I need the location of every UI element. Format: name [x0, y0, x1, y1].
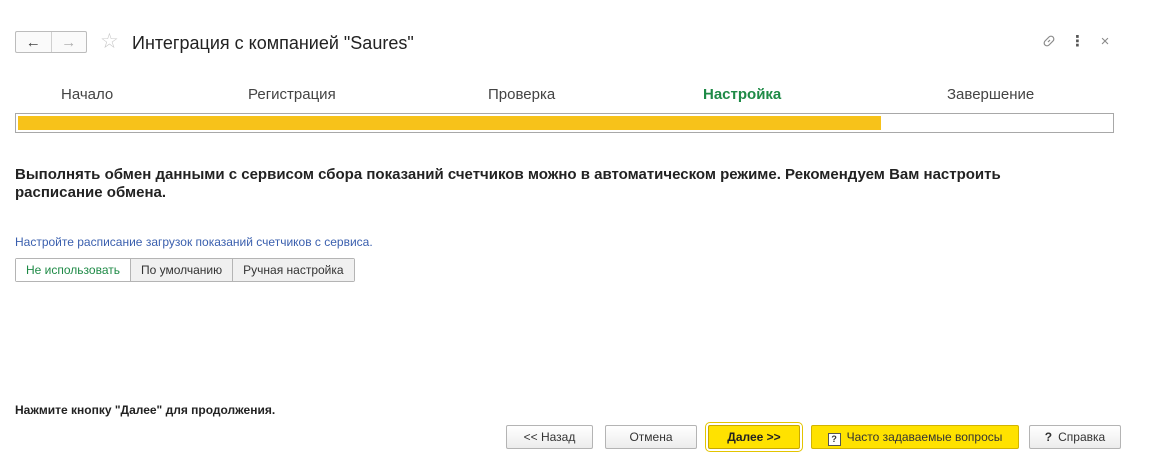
back-arrow-icon[interactable]: ←: [16, 32, 52, 52]
page-title: Интеграция с компанией "Saures": [132, 33, 414, 53]
description-text: Выполнять обмен данными с сервисом сбора…: [15, 166, 1001, 201]
step-start: Начало: [61, 86, 114, 103]
progress-fill: [18, 116, 881, 130]
back-button[interactable]: << Назад: [506, 425, 593, 449]
link-icon[interactable]: [1040, 33, 1058, 51]
question-mark-icon: ?: [1044, 430, 1053, 444]
option-default[interactable]: По умолчанию: [130, 259, 234, 281]
next-button[interactable]: Далее >>: [705, 422, 803, 452]
step-finish: Завершение: [947, 86, 1035, 103]
close-icon[interactable]: ×: [1098, 33, 1112, 51]
faq-button[interactable]: ? Часто задаваемые вопросы: [811, 425, 1019, 449]
progress-bar: [15, 113, 1114, 133]
option-do-not-use[interactable]: Не использовать: [16, 259, 131, 281]
cancel-button[interactable]: Отмена: [605, 425, 697, 449]
forward-arrow-icon[interactable]: →: [52, 32, 87, 52]
faq-button-label: Часто задаваемые вопросы: [846, 430, 1003, 444]
history-nav: ← →: [15, 31, 87, 53]
footer-hint: Нажмите кнопку "Далее" для продолжения.: [15, 403, 276, 417]
help-button-label: Справка: [1058, 430, 1106, 444]
step-registration: Регистрация: [248, 86, 336, 103]
schedule-hint: Настройте расписание загрузок показаний …: [15, 235, 373, 249]
help-button[interactable]: ? Справка: [1029, 425, 1121, 449]
question-box-icon: ?: [827, 433, 841, 446]
star-icon[interactable]: ☆: [100, 31, 119, 53]
step-check: Проверка: [488, 86, 556, 103]
step-settings: Настройка: [703, 86, 782, 103]
option-manual[interactable]: Ручная настройка: [233, 259, 354, 281]
more-icon[interactable]: ⋮: [1070, 33, 1085, 51]
schedule-mode-switch: Не использовать По умолчанию Ручная наст…: [15, 258, 355, 282]
